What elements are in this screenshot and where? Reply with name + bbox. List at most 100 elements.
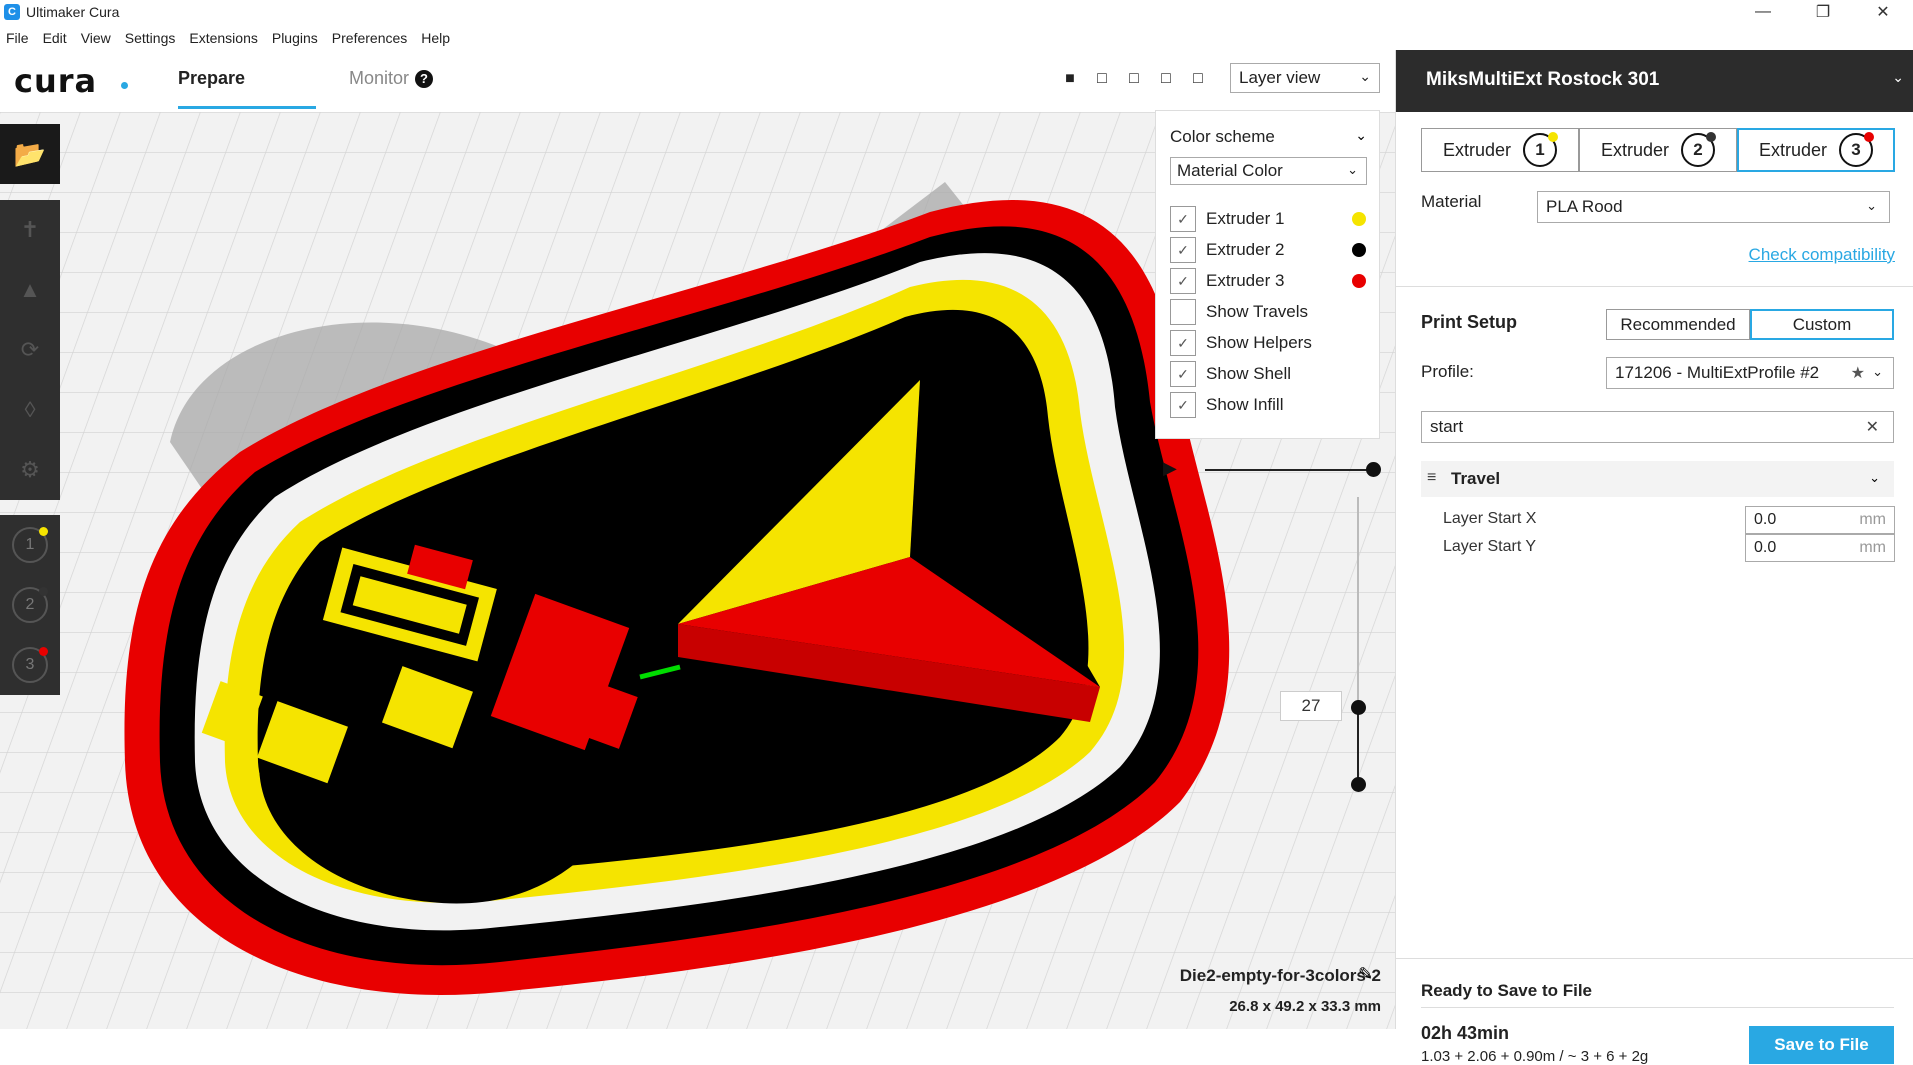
transform-tools: ✝ ▲ ⟳ ◊ ⚙ (0, 200, 60, 500)
per-model-settings-icon: ⚙ (20, 457, 40, 482)
toggle-extruder-2[interactable]: ✓ Extruder 2 (1170, 236, 1370, 264)
per-model-settings-button[interactable]: ⚙ (0, 440, 60, 500)
check-compatibility-link[interactable]: Check compatibility (1749, 245, 1895, 265)
printer-selector[interactable]: MiksMultiExt Rostock 301 ⌄ (1396, 50, 1913, 112)
checkbox-show-shell[interactable]: ✓ (1170, 361, 1196, 387)
print-setup-label: Print Setup (1421, 312, 1518, 332)
menu-settings[interactable]: Settings (125, 30, 176, 46)
search-value: start (1430, 417, 1464, 436)
checkbox-show-infill[interactable]: ✓ (1170, 392, 1196, 418)
menu-help[interactable]: Help (421, 30, 450, 46)
extruder-2-button[interactable]: 2 (0, 575, 60, 635)
ready-status: Ready to Save to File (1421, 981, 1592, 1000)
menu-view[interactable]: View (81, 30, 111, 46)
toggle-extruder-3[interactable]: ✓ Extruder 3 (1170, 267, 1370, 295)
toggle-extruder-1[interactable]: ✓ Extruder 1 (1170, 205, 1370, 233)
color-scheme-select[interactable]: Material Color ⌄ (1170, 157, 1367, 185)
star-icon: ★ (1850, 365, 1865, 382)
profile-select[interactable]: 171206 - MultiExtProfile #2 ★ ⌄ (1606, 357, 1894, 389)
tab-monitor[interactable]: Monitor ? (349, 68, 434, 89)
close-button[interactable]: ✕ (1853, 0, 1913, 24)
tab-extruder-2[interactable]: Extruder 2 (1579, 128, 1737, 172)
divider (1421, 1007, 1894, 1008)
tab-extruder-1[interactable]: Extruder 1 (1421, 128, 1579, 172)
layer-start-y-input[interactable]: 0.0 mm (1745, 534, 1895, 562)
toggle-show-travels[interactable]: Show Travels (1170, 298, 1370, 326)
checkbox-extruder-2[interactable]: ✓ (1170, 237, 1196, 263)
travel-icon: ≡ (1427, 469, 1437, 486)
mirror-icon: ◊ (24, 397, 36, 422)
material-label: Material (1421, 192, 1482, 211)
material-usage: 1.03 + 2.06 + 0.90m / ~ 3 + 6 + 2g (1421, 1048, 1649, 1065)
view-left-icon[interactable]: □ (1156, 70, 1176, 90)
menu-plugins[interactable]: Plugins (272, 30, 318, 46)
layer-slider-lower-handle[interactable] (1351, 777, 1366, 792)
view-right-icon[interactable]: □ (1188, 70, 1208, 90)
extruder-1-icon: 1 (12, 527, 48, 563)
cura-app-icon: C (4, 4, 20, 20)
minimize-button[interactable]: — (1733, 0, 1793, 24)
menu-file[interactable]: File (6, 30, 29, 46)
custom-mode-button[interactable]: Custom (1750, 309, 1894, 340)
extruder-3-color-dot (39, 647, 48, 656)
extruder-3-swatch (1352, 274, 1366, 288)
save-to-file-button[interactable]: Save to File (1749, 1026, 1894, 1064)
view-top-icon[interactable]: □ (1124, 70, 1144, 90)
checkbox-show-helpers[interactable]: ✓ (1170, 330, 1196, 356)
rotate-tool-button[interactable]: ⟳ (0, 320, 60, 380)
layer-start-x-input[interactable]: 0.0 mm (1745, 506, 1895, 534)
travel-category-header[interactable]: ≡ Travel ⌄ (1421, 461, 1894, 497)
material-select[interactable]: PLA Rood ⌄ (1537, 191, 1890, 223)
toggle-show-helpers[interactable]: ✓ Show Helpers (1170, 329, 1370, 357)
profile-value: 171206 - MultiExtProfile #2 (1615, 363, 1820, 382)
view-mode-select[interactable]: Layer view ⌄ (1230, 63, 1380, 93)
view-3d-icon[interactable]: ■ (1060, 70, 1080, 90)
recommended-mode-button[interactable]: Recommended (1606, 309, 1750, 340)
show-helpers-label: Show Helpers (1206, 333, 1312, 352)
folder-icon: 📂 (13, 138, 47, 169)
extruder-1-badge: 1 (1523, 132, 1559, 167)
scale-icon: ▲ (19, 277, 41, 302)
extruder-1-button[interactable]: 1 (0, 515, 60, 575)
menu-preferences[interactable]: Preferences (332, 30, 407, 46)
edit-name-icon[interactable]: ✎ (1358, 964, 1373, 985)
travel-category-label: Travel (1451, 469, 1501, 488)
unit-label: mm (1859, 539, 1886, 556)
extruder-tab-label: Extruder (1600, 139, 1670, 160)
scale-tool-button[interactable]: ▲ (0, 260, 60, 320)
move-tool-button[interactable]: ✝ (0, 200, 60, 260)
layer-progress-handle[interactable] (1366, 462, 1381, 477)
checkbox-extruder-1[interactable]: ✓ (1170, 206, 1196, 232)
color-scheme-panel: Color scheme ⌄ Material Color ⌄ ✓ Extrud… (1155, 110, 1380, 439)
title-bar: C Ultimaker Cura — ❐ ✕ (0, 0, 1913, 24)
tab-monitor-label: Monitor (349, 68, 410, 88)
print-time: 02h 43min (1421, 1023, 1510, 1043)
chevron-down-icon[interactable]: ⌄ (1355, 127, 1367, 144)
checkbox-show-travels[interactable] (1170, 299, 1196, 325)
menu-edit[interactable]: Edit (43, 30, 67, 46)
top-bar: cura Prepare Monitor ? ■ □ □ □ □ Layer v… (0, 50, 1395, 112)
extruder-1-label: Extruder 1 (1206, 209, 1285, 228)
layer-slider-upper-handle[interactable] (1351, 700, 1366, 715)
settings-search-input[interactable]: start ✕ (1421, 411, 1894, 443)
clear-search-icon[interactable]: ✕ (1866, 417, 1879, 437)
unit-label: mm (1859, 511, 1886, 528)
extruder-2-color-dot (39, 587, 48, 596)
layer-number-input[interactable]: 27 (1280, 691, 1342, 721)
layer-progress-slider[interactable] (1205, 469, 1375, 471)
toggle-show-infill[interactable]: ✓ Show Infill (1170, 391, 1370, 419)
tab-extruder-3[interactable]: Extruder 3 (1737, 128, 1895, 172)
toggle-show-shell[interactable]: ✓ Show Shell (1170, 360, 1370, 388)
show-shell-label: Show Shell (1206, 364, 1292, 383)
checkbox-extruder-3[interactable]: ✓ (1170, 268, 1196, 294)
maximize-button[interactable]: ❐ (1793, 0, 1853, 24)
mirror-tool-button[interactable]: ◊ (0, 380, 60, 440)
play-simulation-icon[interactable]: ▶ (1163, 458, 1177, 479)
view-front-icon[interactable]: □ (1092, 70, 1112, 90)
chevron-down-icon: ⌄ (1872, 364, 1883, 379)
layer-start-y-value: 0.0 (1754, 539, 1777, 556)
menu-extensions[interactable]: Extensions (189, 30, 257, 46)
open-file-button[interactable]: 📂 (0, 124, 60, 184)
model-name: Die2-empty-for-3colors-2 (1179, 966, 1381, 985)
extruder-3-button[interactable]: 3 (0, 635, 60, 695)
